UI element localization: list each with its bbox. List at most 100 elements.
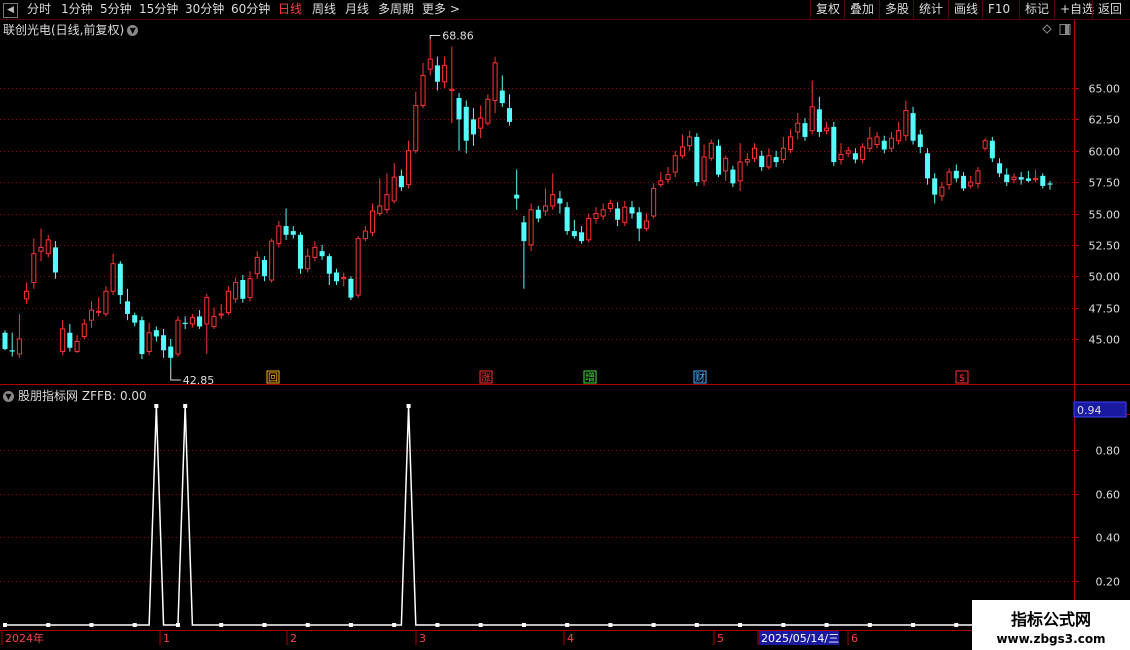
candle[interactable] [795, 113, 801, 140]
candle[interactable] [269, 238, 275, 283]
candle[interactable] [730, 165, 736, 188]
candle[interactable] [456, 93, 462, 151]
candle[interactable] [9, 332, 15, 357]
candle[interactable] [406, 140, 412, 189]
candle[interactable] [103, 286, 109, 317]
candle[interactable] [31, 238, 37, 289]
candle[interactable] [579, 226, 585, 244]
candle[interactable] [636, 207, 642, 242]
candle[interactable] [326, 253, 332, 286]
candle[interactable] [924, 148, 931, 185]
candle[interactable] [737, 143, 743, 191]
candle[interactable] [1018, 172, 1024, 185]
candle[interactable] [139, 316, 145, 360]
candle[interactable] [751, 143, 758, 163]
candle[interactable] [132, 312, 138, 327]
candle[interactable] [333, 268, 340, 286]
candle[interactable] [2, 330, 8, 351]
candle[interactable] [305, 248, 311, 273]
candle[interactable] [939, 182, 945, 201]
candle[interactable] [766, 148, 772, 170]
candle[interactable] [1033, 169, 1039, 183]
candle[interactable] [341, 272, 347, 287]
candle[interactable] [809, 80, 815, 135]
candle[interactable] [708, 139, 714, 161]
candle[interactable] [348, 276, 354, 301]
candle[interactable] [204, 293, 210, 355]
candle[interactable] [499, 75, 505, 107]
candle[interactable] [867, 126, 873, 153]
candle[interactable] [946, 168, 952, 190]
candle[interactable] [492, 56, 498, 114]
candle[interactable] [117, 261, 123, 304]
candle[interactable] [860, 143, 866, 164]
candle[interactable] [852, 148, 858, 164]
candle[interactable] [1011, 173, 1017, 184]
candle[interactable] [845, 146, 851, 158]
candle[interactable] [153, 326, 159, 342]
candle[interactable] [146, 322, 152, 356]
candle[interactable] [74, 335, 80, 353]
candle[interactable] [254, 251, 260, 279]
candle[interactable] [701, 144, 707, 186]
candle[interactable] [370, 203, 376, 237]
candle[interactable] [687, 130, 693, 151]
candle[interactable] [45, 234, 51, 258]
candle[interactable] [975, 167, 981, 189]
candle[interactable] [420, 62, 426, 109]
candle[interactable] [788, 129, 794, 154]
candle[interactable] [888, 131, 894, 153]
candle[interactable] [175, 316, 181, 357]
candle[interactable] [168, 339, 174, 366]
candle[interactable] [110, 253, 116, 296]
candle[interactable] [679, 134, 685, 159]
candle[interactable] [319, 244, 325, 260]
candle[interactable] [261, 256, 267, 282]
candle[interactable] [384, 173, 390, 214]
candle[interactable] [831, 121, 837, 166]
candle[interactable] [521, 216, 527, 289]
candle[interactable] [651, 183, 657, 219]
event-marker[interactable]: 财 [693, 370, 707, 384]
candle[interactable] [449, 46, 455, 124]
candle[interactable] [535, 205, 541, 223]
candle[interactable] [16, 313, 22, 358]
candle[interactable] [362, 226, 368, 242]
candle[interactable] [470, 108, 476, 146]
candle[interactable] [240, 274, 246, 303]
candle[interactable] [161, 328, 167, 358]
candle[interactable] [953, 164, 959, 183]
candle[interactable] [528, 203, 534, 252]
candle[interactable] [694, 133, 700, 186]
candle[interactable] [723, 155, 729, 181]
candle[interactable] [355, 236, 361, 298]
candle[interactable] [989, 136, 995, 163]
candle[interactable] [629, 200, 635, 219]
candle[interactable] [593, 207, 599, 224]
candle[interactable] [427, 39, 433, 76]
candle[interactable] [903, 100, 909, 141]
candle[interactable] [816, 96, 822, 137]
candle[interactable] [997, 158, 1003, 178]
candle[interactable] [586, 213, 592, 243]
event-marker[interactable]: $ [955, 370, 969, 384]
candle[interactable] [550, 173, 556, 210]
candle[interactable] [398, 169, 404, 191]
candle[interactable] [485, 94, 491, 126]
candle[interactable] [81, 318, 87, 339]
candle[interactable] [665, 167, 671, 184]
candle[interactable] [377, 178, 383, 217]
candle[interactable] [276, 221, 282, 248]
candle[interactable] [124, 288, 131, 321]
candle[interactable] [514, 169, 520, 210]
candle[interactable] [881, 135, 887, 154]
candle[interactable] [434, 56, 440, 91]
candle[interactable] [88, 301, 95, 328]
candle[interactable] [622, 200, 628, 227]
candle[interactable] [189, 313, 195, 328]
candle[interactable] [60, 320, 66, 356]
candle[interactable] [283, 208, 289, 240]
candle[interactable] [910, 106, 916, 145]
candle[interactable] [759, 150, 765, 171]
candle[interactable] [715, 139, 722, 178]
